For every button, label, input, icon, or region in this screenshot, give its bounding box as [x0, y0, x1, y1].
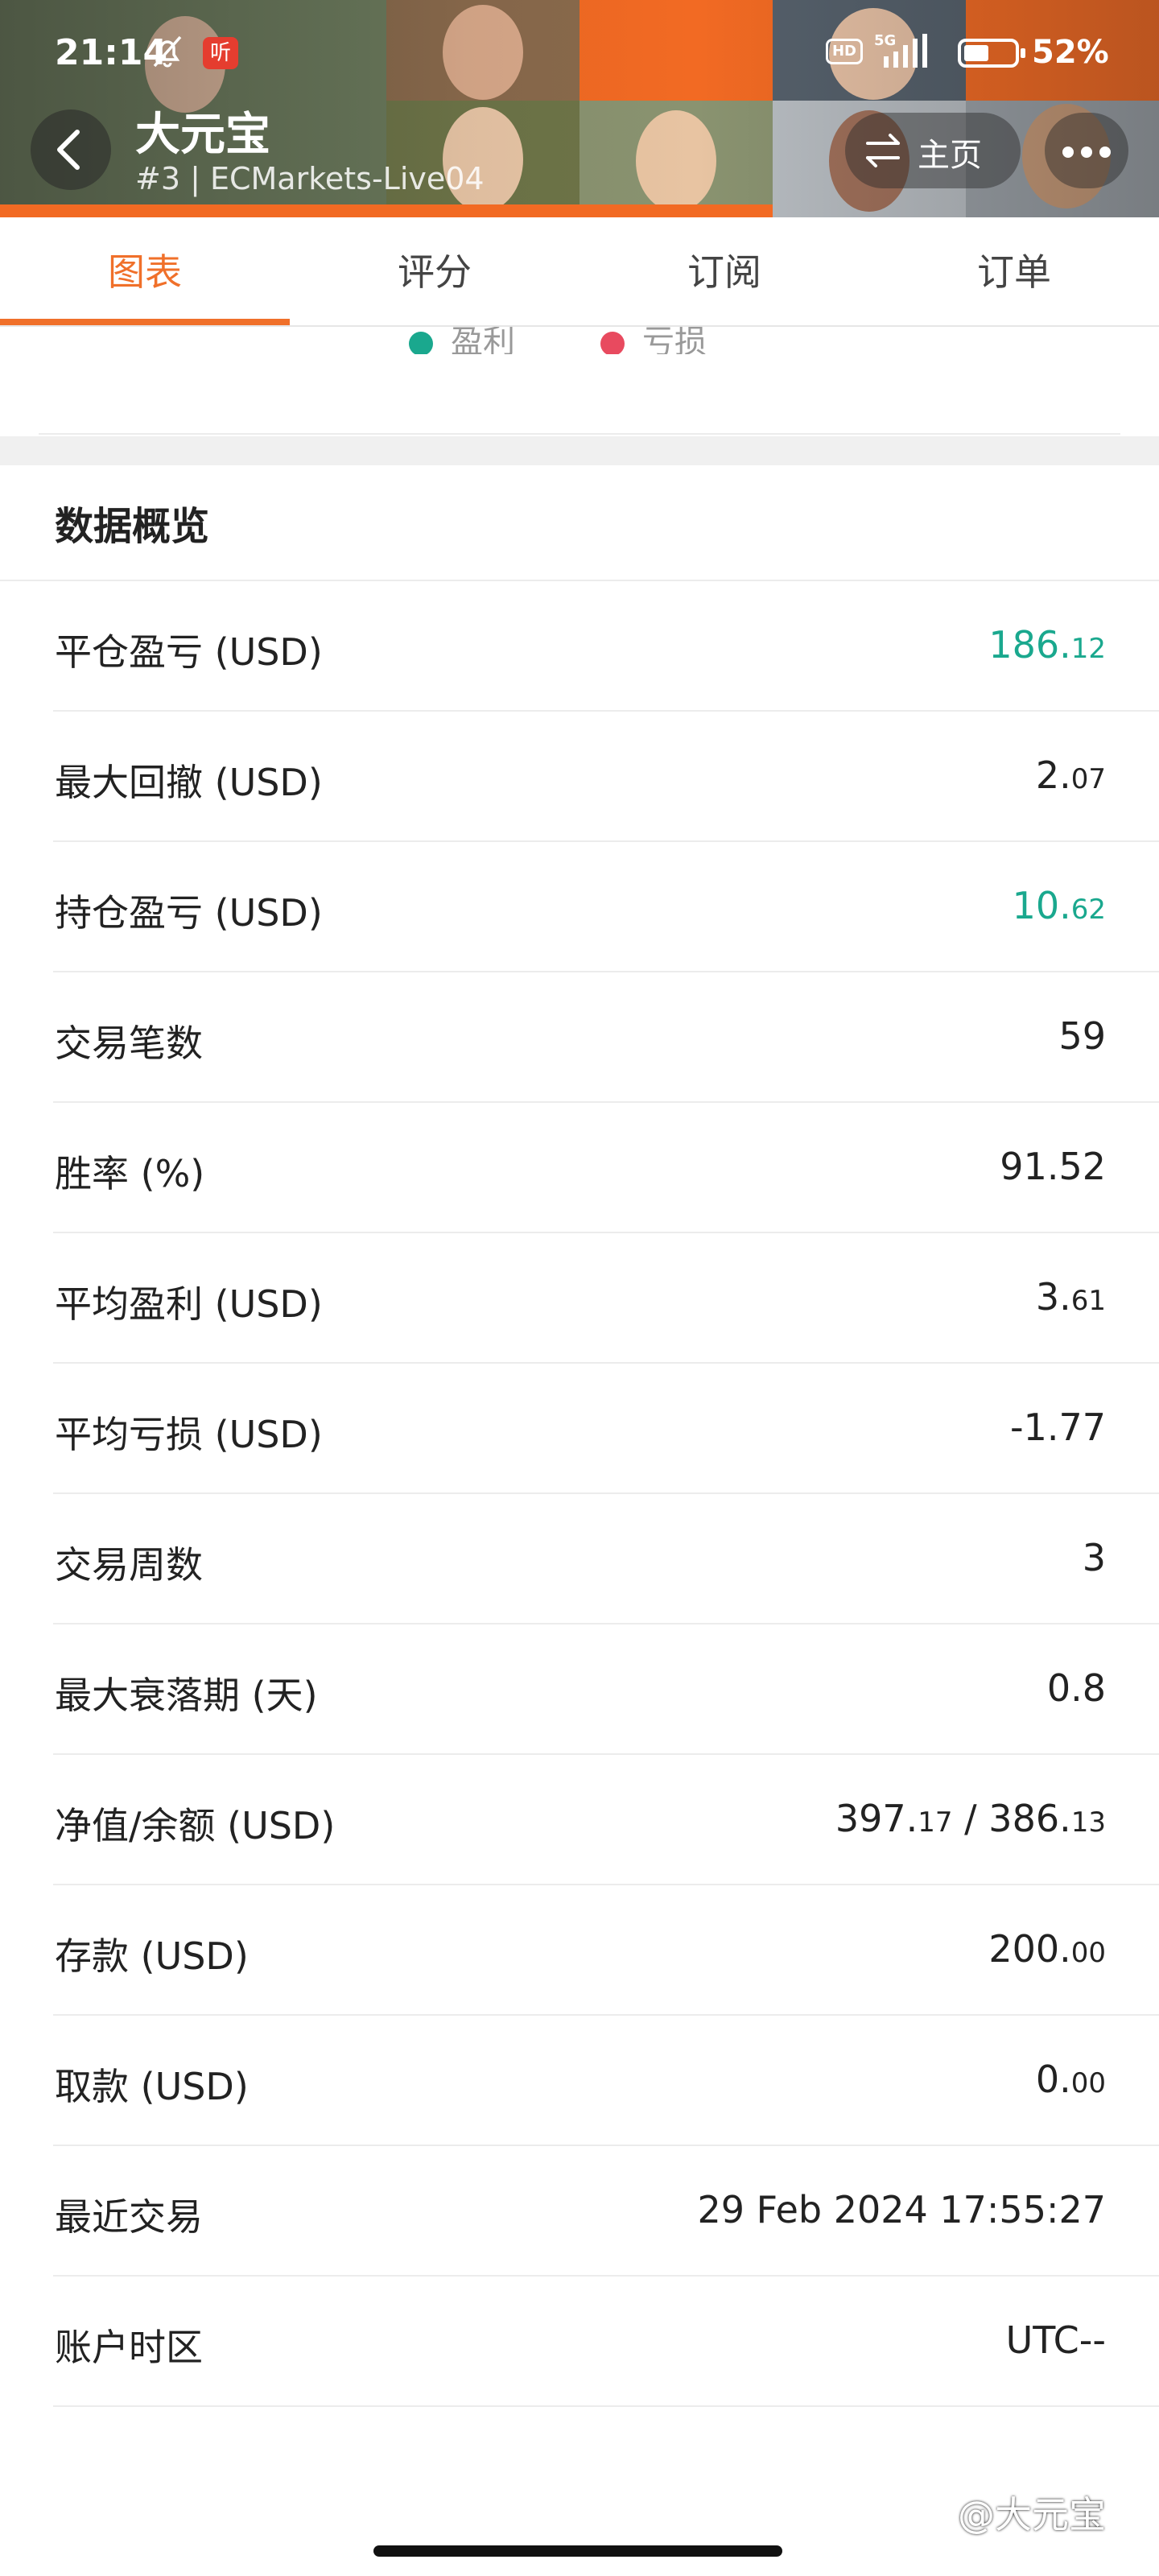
overview-row: 平仓盈亏 (USD) 186.12 [0, 581, 1159, 712]
overview-list: 平仓盈亏 (USD) 186.12 最大回撤 (USD) 2.07 持仓盈亏 (USD)… [0, 581, 1159, 2407]
overview-row-value: 2.07 [1036, 753, 1106, 797]
overview-row-label: 平均亏损 (USD) [55, 1413, 323, 1456]
home-indicator[interactable] [373, 2545, 782, 2557]
back-button[interactable] [31, 109, 111, 190]
switch-arrows-icon [866, 134, 900, 167]
overview-row-value: 91.52 [1000, 1145, 1106, 1188]
loss-dot-icon [600, 332, 625, 354]
overview-row-value: -1.77 [1010, 1406, 1106, 1449]
overview-row: 最大回撤 (USD) 2.07 [0, 712, 1159, 842]
overview-row-label: 平仓盈亏 (USD) [55, 630, 323, 674]
value-part-int: 3 [1082, 1536, 1106, 1579]
overview-row-value: 10.62 [1013, 884, 1106, 927]
overview-title: 数据概览 [55, 504, 210, 549]
overview-row-value: 59 [1058, 1014, 1106, 1058]
more-button[interactable] [1045, 113, 1128, 188]
value-part-int: 186. [988, 623, 1071, 667]
account-subtitle: #3 | ECMarkets-Live04 [135, 161, 485, 196]
overview-row: 胜率 (%) 91.52 [0, 1103, 1159, 1233]
home-button[interactable]: 主页 [845, 113, 1021, 188]
value-part-int: 0. [1035, 2058, 1071, 2101]
hd-icon: HD [826, 39, 863, 64]
overview-row: 账户时区 UTC-- [0, 2277, 1159, 2407]
battery-icon [958, 39, 1025, 68]
value-part-dec: 00 [1070, 1937, 1106, 1969]
value-part-dec: 12 [1070, 633, 1106, 665]
tab-row: 图表 评分 订阅 订单 [0, 217, 1159, 327]
overview-row-value: 200.00 [988, 1927, 1106, 1971]
overview-row-value: 0.8 [1047, 1666, 1106, 1710]
chevron-left-icon [57, 130, 80, 170]
legend-loss-label: 亏损 [642, 324, 707, 354]
value-part-int: 91.52 [1000, 1145, 1106, 1188]
overview-row-label: 交易周数 [55, 1543, 203, 1587]
profit-dot-icon [409, 332, 433, 354]
overview-row: 持仓盈亏 (USD) 10.62 [0, 842, 1159, 972]
battery-percent: 52% [1032, 34, 1109, 71]
overview-row-value: UTC-- [1006, 2318, 1106, 2362]
overview-row: 最大衰落期 (天) 0.8 [0, 1624, 1159, 1755]
value-part-int: UTC-- [1005, 2318, 1106, 2362]
overview-row-value: 0.00 [1036, 2058, 1106, 2101]
overview-row-value: 186.12 [988, 623, 1106, 667]
overview-row-value: 397.17 / 386.13 [835, 1797, 1106, 1840]
overview-row-label: 平均盈利 (USD) [55, 1282, 323, 1326]
value-part-int: 3. [1035, 1275, 1071, 1319]
value-part-int: 29 Feb 2024 17:55:27 [697, 2188, 1106, 2231]
overview-row-label: 最大衰落期 (天) [55, 1674, 318, 1717]
chart-bottom-divider [39, 433, 1120, 435]
overview-row: 最近交易 29 Feb 2024 17:55:27 [0, 2146, 1159, 2277]
value-part-int: 0.8 [1046, 1666, 1106, 1710]
value-part-int: -1.77 [1009, 1406, 1106, 1449]
signal-5g-icon: 5G [874, 32, 927, 68]
value-part-int2: / 386. [952, 1797, 1071, 1840]
row-divider [53, 2405, 1159, 2407]
overview-row: 平均亏损 (USD) -1.77 [0, 1364, 1159, 1494]
active-tab-underline [0, 319, 290, 325]
value-part-int: 10. [1012, 884, 1071, 927]
overview-row-label: 净值/余额 (USD) [55, 1804, 336, 1847]
value-part-int: 2. [1035, 753, 1071, 797]
value-part-dec: 17 [918, 1806, 953, 1839]
bell-muted-icon [153, 35, 182, 68]
value-part-dec: 62 [1070, 894, 1106, 926]
value-part-dec: 61 [1070, 1285, 1106, 1317]
overview-row: 平均盈利 (USD) 3.61 [0, 1233, 1159, 1364]
network-label: 5G [874, 32, 896, 49]
overview-row-label: 交易笔数 [55, 1022, 203, 1065]
overview-row-label: 最近交易 [55, 2195, 203, 2239]
overview-row-label: 存款 (USD) [55, 1934, 249, 1978]
page-title: 大元宝 [135, 109, 270, 161]
banner-accent-strip [0, 204, 773, 217]
overview-row: 交易周数 3 [0, 1494, 1159, 1624]
overview-row-label: 持仓盈亏 (USD) [55, 891, 323, 935]
value-part-dec2: 13 [1070, 1806, 1106, 1839]
overview-row: 净值/余额 (USD) 397.17 / 386.13 [0, 1755, 1159, 1885]
value-part-dec: 00 [1070, 2067, 1106, 2099]
overview-row-value: 29 Feb 2024 17:55:27 [697, 2188, 1106, 2231]
home-label: 主页 [918, 137, 982, 174]
overview-row: 取款 (USD) 0.00 [0, 2016, 1159, 2146]
tab-orders-label[interactable]: 订单 [869, 217, 1159, 327]
value-part-dec: 07 [1070, 763, 1106, 795]
overview-row: 存款 (USD) 200.00 [0, 1885, 1159, 2016]
overview-row-label: 胜率 (%) [55, 1152, 205, 1195]
value-part-int: 59 [1058, 1014, 1106, 1058]
overview-row-label: 取款 (USD) [55, 2065, 249, 2108]
legend-profit-label: 盈利 [451, 324, 515, 354]
value-part-int: 200. [988, 1927, 1071, 1971]
app-notification-icon: 听 [203, 37, 238, 69]
overview-row-value: 3.61 [1036, 1275, 1106, 1319]
tab-subscribe-label[interactable]: 订阅 [580, 217, 869, 327]
overview-row-label: 账户时区 [55, 2326, 203, 2369]
value-part-int: 397. [835, 1797, 918, 1840]
watermark: @大元宝 [958, 2493, 1106, 2537]
overview-row-label: 最大回撤 (USD) [55, 761, 323, 804]
overview-row-value: 3 [1083, 1536, 1106, 1579]
overview-row: 交易笔数 59 [0, 972, 1159, 1103]
section-gap [0, 436, 1159, 465]
tab-chart-label[interactable]: 图表 [0, 217, 290, 327]
tab-rating-label[interactable]: 评分 [290, 217, 580, 327]
